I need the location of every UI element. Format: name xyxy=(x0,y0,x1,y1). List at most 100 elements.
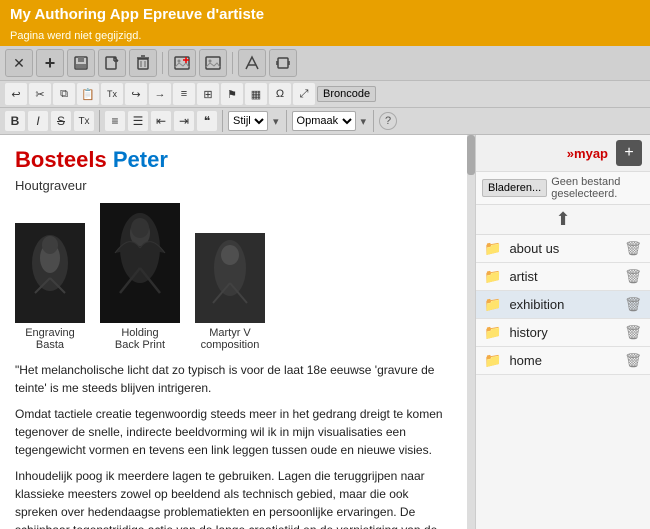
expand-button[interactable]: ⤢ xyxy=(293,83,315,105)
italic-button[interactable]: I xyxy=(28,111,48,131)
cut-button[interactable]: ✂ xyxy=(29,83,51,105)
help-button[interactable]: ? xyxy=(379,112,397,130)
source-button[interactable]: Broncode xyxy=(317,86,376,102)
main-area: Bosteels Peter Houtgraveur Engr xyxy=(0,135,650,529)
paragraph-3[interactable]: Inhoudelijk poog ik meerdere lagen te ge… xyxy=(15,467,452,529)
format-toolbar: B I S Tx ≡ ☰ ⇤ ⇥ ❝ Stijl ▾ Opmaak ▾ ? xyxy=(0,108,650,135)
image-item-3: Martyr Vcomposition xyxy=(195,233,265,351)
sidebar-label-about-us: about us xyxy=(509,241,624,256)
style-select[interactable]: Stijl xyxy=(228,111,268,131)
sidebar-item-home[interactable]: 📁 home 🗑 xyxy=(476,347,650,375)
separator2 xyxy=(232,52,233,74)
bold-button[interactable]: B xyxy=(5,111,25,131)
engraving-svg xyxy=(15,223,85,323)
folder-icon-home: 📁 xyxy=(484,352,501,369)
copy-button[interactable]: ⧉ xyxy=(53,83,75,105)
images-row: EngravingBasta xyxy=(15,203,452,351)
separator xyxy=(162,52,163,74)
outdent-button[interactable]: ⇤ xyxy=(151,111,171,131)
image-engraving[interactable] xyxy=(15,223,85,323)
format-button[interactable]: ≡ xyxy=(173,83,195,105)
paragraph-1[interactable]: "Het melancholische licht dat zo typisch… xyxy=(15,361,452,397)
opmaak-arrow: ▾ xyxy=(361,115,367,128)
artist-lastname: Bosteels xyxy=(15,147,107,172)
artist-firstname: Peter xyxy=(113,147,168,172)
delete-icon-artist[interactable]: 🗑 xyxy=(624,268,642,285)
editor-area[interactable]: Bosteels Peter Houtgraveur Engr xyxy=(0,135,467,529)
share-button[interactable] xyxy=(238,49,266,77)
style-arrow: ▾ xyxy=(273,115,279,128)
sidebar-label-exhibition: exhibition xyxy=(509,297,624,312)
paragraph-2[interactable]: Omdat tactiele creatie tegenwoordig stee… xyxy=(15,405,452,459)
delete-icon-history[interactable]: 🗑 xyxy=(624,324,642,341)
insert-image-icon xyxy=(174,55,190,71)
save-icon xyxy=(73,55,89,71)
redo-button[interactable]: ↪ xyxy=(125,83,147,105)
app-header: My Authoring App Epreuve d'artiste xyxy=(0,0,650,29)
delete-icon-exhibition[interactable]: 🗑 xyxy=(624,296,642,313)
image-item-1: EngravingBasta xyxy=(15,223,85,351)
image-label-2: HoldingBack Print xyxy=(115,327,165,351)
sidebar-item-artist[interactable]: 📁 artist 🗑 xyxy=(476,263,650,291)
fmt-sep2 xyxy=(222,110,223,132)
forward-button[interactable]: → xyxy=(149,83,171,105)
folder-icon-exhibition: 📁 xyxy=(484,296,501,313)
export-button[interactable] xyxy=(98,49,126,77)
insert-media-button[interactable] xyxy=(199,49,227,77)
fmt-sep4 xyxy=(373,110,374,132)
upload-icon[interactable]: ⬆ xyxy=(555,209,570,230)
sidebar: »myap + Bladeren... Geen bestand geselec… xyxy=(475,135,650,529)
sidebar-label-artist: artist xyxy=(509,269,624,284)
delete-button[interactable] xyxy=(129,49,157,77)
sidebar-add-button[interactable]: + xyxy=(616,140,642,166)
export-icon xyxy=(104,55,120,71)
list-button[interactable]: ⊞ xyxy=(197,83,219,105)
fmt-sep3 xyxy=(286,110,287,132)
add-button[interactable]: + xyxy=(36,49,64,77)
insert-image-button[interactable] xyxy=(168,49,196,77)
image-label-3: Martyr Vcomposition xyxy=(201,327,260,351)
indent-button[interactable]: ⇥ xyxy=(174,111,194,131)
sidebar-item-exhibition[interactable]: 📁 exhibition 🗑 xyxy=(476,291,650,319)
file-picker-row: Bladeren... Geen bestand geselecteerd. xyxy=(476,172,650,205)
save-button[interactable] xyxy=(67,49,95,77)
folder-icon-artist: 📁 xyxy=(484,268,501,285)
special-char-button[interactable]: Ω xyxy=(269,83,291,105)
main-toolbar: ✕ + xyxy=(0,46,650,81)
myap-link[interactable]: »myap xyxy=(567,146,608,161)
delete-icon-home[interactable]: 🗑 xyxy=(624,352,642,369)
flag-button[interactable]: ⚑ xyxy=(221,83,243,105)
browse-button[interactable]: Bladeren... xyxy=(482,179,547,197)
sidebar-item-history[interactable]: 📁 history 🗑 xyxy=(476,319,650,347)
delete-icon xyxy=(136,55,150,71)
sidebar-label-home: home xyxy=(509,353,624,368)
holding-svg xyxy=(100,203,180,323)
sidebar-items-list: 📁 about us 🗑 📁 artist 🗑 📁 exhibition 🗑 📁… xyxy=(476,235,650,375)
image-item-2: HoldingBack Print xyxy=(100,203,180,351)
folder-icon-about-us: 📁 xyxy=(484,240,501,257)
subscript-button[interactable]: Tx xyxy=(74,111,94,131)
image-holding[interactable] xyxy=(100,203,180,323)
scrollbar-thumb[interactable] xyxy=(467,135,475,175)
paste-button[interactable]: 📋 xyxy=(77,83,99,105)
image-martyr[interactable] xyxy=(195,233,265,323)
paste-plain-button[interactable]: Tx xyxy=(101,83,123,105)
share-icon xyxy=(244,55,260,71)
plugin-button[interactable] xyxy=(269,49,297,77)
delete-icon-about-us[interactable]: 🗑 xyxy=(624,240,642,257)
undo-button[interactable]: ↩ xyxy=(5,83,27,105)
table-button[interactable]: ▦ xyxy=(245,83,267,105)
page-status: Pagina werd niet gegijzigd. xyxy=(10,30,141,42)
close-button[interactable]: ✕ xyxy=(5,49,33,77)
list-unordered-button[interactable]: ☰ xyxy=(128,111,148,131)
opmaak-select[interactable]: Opmaak xyxy=(292,111,356,131)
strikethrough-button[interactable]: S xyxy=(51,111,71,131)
folder-icon-history: 📁 xyxy=(484,324,501,341)
upload-icon-row[interactable]: ⬆ xyxy=(476,205,650,235)
blockquote-button[interactable]: ❝ xyxy=(197,111,217,131)
list-ordered-button[interactable]: ≡ xyxy=(105,111,125,131)
sidebar-label-history: history xyxy=(509,325,624,340)
sidebar-item-about-us[interactable]: 📁 about us 🗑 xyxy=(476,235,650,263)
plugin-icon xyxy=(275,55,291,71)
editor-scrollbar[interactable] xyxy=(467,135,475,529)
